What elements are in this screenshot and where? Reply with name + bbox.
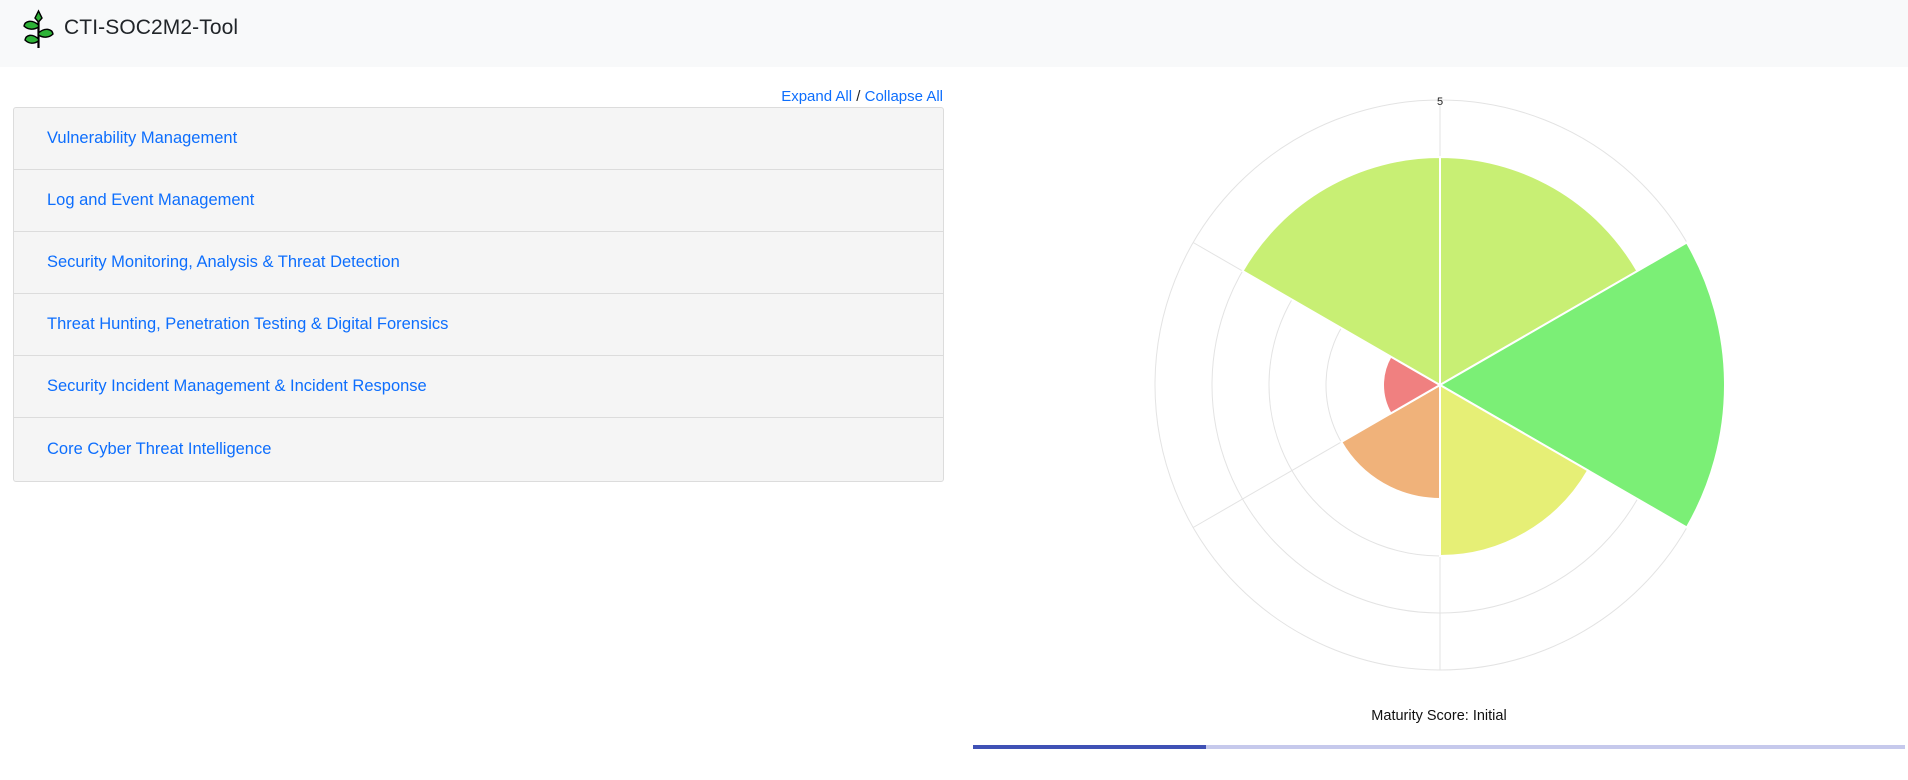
maturity-score-label: Maturity Score: bbox=[1371, 708, 1473, 724]
expand-collapse-controls: Expand All / Collapse All bbox=[781, 88, 943, 105]
radial-tick-label: 5 bbox=[1437, 96, 1443, 108]
accordion-item-label: Log and Event Management bbox=[47, 191, 255, 209]
top-navbar: CTI-SOC2M2-Tool bbox=[0, 0, 1908, 67]
expand-all-link[interactable]: Expand All bbox=[781, 88, 852, 105]
accordion-item-threat-hunting[interactable]: Threat Hunting, Penetration Testing & Di… bbox=[14, 294, 943, 356]
accordion-item-label: Threat Hunting, Penetration Testing & Di… bbox=[47, 315, 449, 333]
collapse-all-link[interactable]: Collapse All bbox=[865, 88, 943, 105]
accordion-item-label: Security Incident Management & Incident … bbox=[47, 377, 427, 395]
polar-chart-svg: 5 bbox=[1154, 96, 1726, 671]
accordion-item-incident-management[interactable]: Security Incident Management & Incident … bbox=[14, 356, 943, 418]
maturity-polar-chart: 5 bbox=[1140, 90, 1740, 690]
accordion-item-vulnerability-management[interactable]: Vulnerability Management bbox=[14, 108, 943, 170]
app-title: CTI-SOC2M2-Tool bbox=[64, 16, 239, 39]
domain-accordion: Vulnerability Management Log and Event M… bbox=[13, 107, 944, 482]
accordion-item-log-event-management[interactable]: Log and Event Management bbox=[14, 170, 943, 232]
leaf-sprout-icon bbox=[23, 9, 54, 48]
accordion-item-label: Security Monitoring, Analysis & Threat D… bbox=[47, 253, 400, 271]
accordion-item-label: Core Cyber Threat Intelligence bbox=[47, 440, 272, 458]
assessment-progress-bar bbox=[973, 745, 1905, 749]
accordion-item-security-monitoring[interactable]: Security Monitoring, Analysis & Threat D… bbox=[14, 232, 943, 294]
maturity-score-value: Initial bbox=[1472, 708, 1507, 724]
accordion-item-core-cti[interactable]: Core Cyber Threat Intelligence bbox=[14, 418, 943, 481]
assessment-progress-fill bbox=[973, 745, 1206, 749]
link-separator: / bbox=[852, 88, 865, 105]
accordion-item-label: Vulnerability Management bbox=[47, 129, 238, 147]
maturity-score: Maturity Score: Initial bbox=[973, 708, 1905, 724]
